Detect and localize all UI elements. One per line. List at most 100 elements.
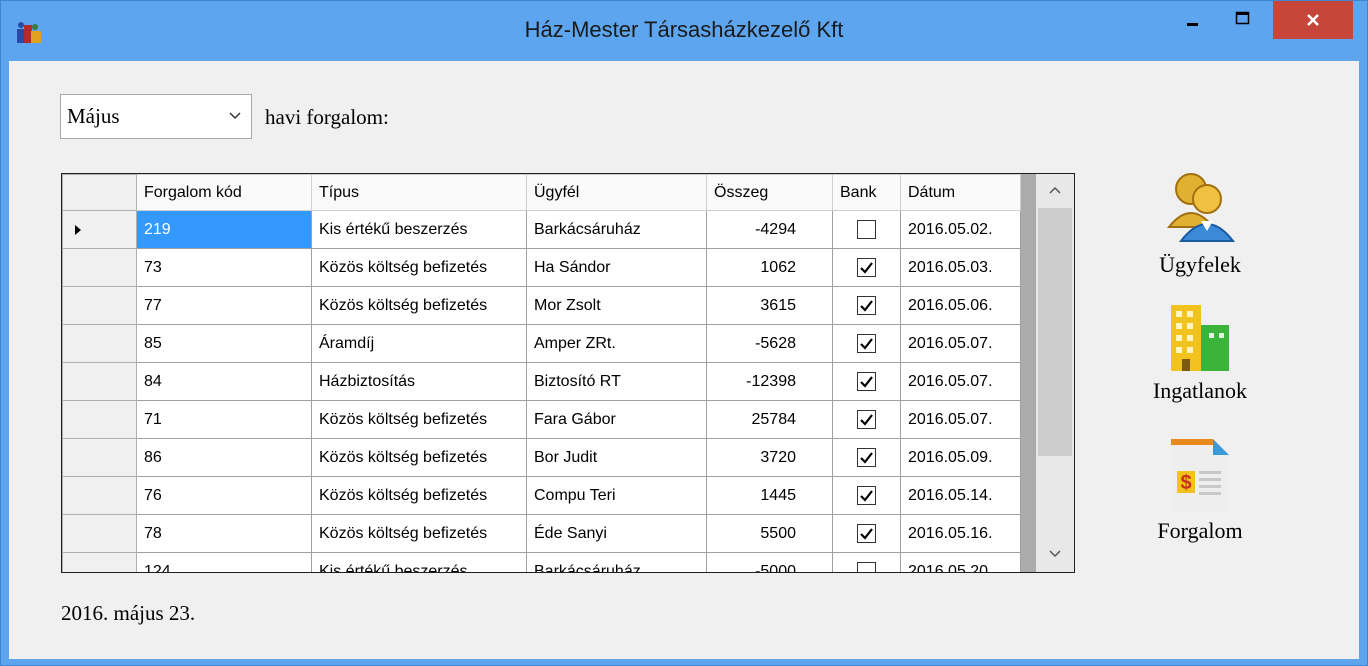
row-header[interactable] bbox=[62, 400, 137, 439]
table-row[interactable]: 71 Közös költség befizetés Fara Gábor 25784… bbox=[62, 400, 1021, 439]
row-header[interactable] bbox=[62, 286, 137, 325]
cell-tipus[interactable]: Házbiztosítás bbox=[311, 362, 527, 401]
bank-checkbox[interactable] bbox=[857, 296, 876, 315]
cell-kod[interactable]: 219 bbox=[136, 210, 312, 249]
cell-datum[interactable]: 2016.05.03. bbox=[900, 248, 1021, 287]
cell-kod[interactable]: 71 bbox=[136, 400, 312, 439]
cell-kod[interactable]: 84 bbox=[136, 362, 312, 401]
row-header[interactable] bbox=[62, 514, 137, 553]
row-header[interactable] bbox=[62, 248, 137, 287]
cell-osszeg[interactable]: 1445 bbox=[706, 476, 833, 515]
table-row[interactable]: 124 Kis értékű beszerzés Barkácsáruház -500… bbox=[62, 552, 1021, 572]
close-button[interactable] bbox=[1273, 1, 1353, 39]
cell-bank[interactable] bbox=[832, 324, 901, 363]
cell-kod[interactable]: 76 bbox=[136, 476, 312, 515]
cell-tipus[interactable]: Közös költség befizetés bbox=[311, 476, 527, 515]
cell-kod[interactable]: 86 bbox=[136, 438, 312, 477]
cell-osszeg[interactable]: -12398 bbox=[706, 362, 833, 401]
cell-tipus[interactable]: Közös költség befizetés bbox=[311, 400, 527, 439]
cell-tipus[interactable]: Közös költség befizetés bbox=[311, 286, 527, 325]
cell-datum[interactable]: 2016.05.09. bbox=[900, 438, 1021, 477]
bank-checkbox[interactable] bbox=[857, 258, 876, 277]
cell-kod[interactable]: 124 bbox=[136, 552, 312, 572]
transactions-nav-button[interactable]: $ Forgalom bbox=[1115, 431, 1285, 544]
cell-datum[interactable]: 2016.05.02. bbox=[900, 210, 1021, 249]
cell-kod[interactable]: 73 bbox=[136, 248, 312, 287]
cell-tipus[interactable]: Közös költség befizetés bbox=[311, 438, 527, 477]
cell-ugyfel[interactable]: Éde Sanyi bbox=[526, 514, 707, 553]
cell-bank[interactable] bbox=[832, 514, 901, 553]
scroll-up-icon[interactable] bbox=[1046, 182, 1064, 200]
cell-datum[interactable]: 2016.05.14. bbox=[900, 476, 1021, 515]
cell-tipus[interactable]: Kis értékű beszerzés bbox=[311, 552, 527, 572]
cell-osszeg[interactable]: 5500 bbox=[706, 514, 833, 553]
table-row[interactable]: 86 Közös költség befizetés Bor Judit 3720 20… bbox=[62, 438, 1021, 477]
row-header[interactable] bbox=[62, 362, 137, 401]
cell-datum[interactable]: 2016.05.07. bbox=[900, 400, 1021, 439]
column-header-osszeg[interactable]: Összeg bbox=[706, 174, 833, 211]
cell-ugyfel[interactable]: Fara Gábor bbox=[526, 400, 707, 439]
transactions-grid[interactable]: Forgalom kód Típus Ügyfél Összeg Bank Dá… bbox=[61, 173, 1075, 573]
table-row[interactable]: 219 Kis értékű beszerzés Barkácsáruház -429… bbox=[62, 210, 1021, 249]
cell-ugyfel[interactable]: Amper ZRt. bbox=[526, 324, 707, 363]
cell-tipus[interactable]: Kis értékű beszerzés bbox=[311, 210, 527, 249]
cell-kod[interactable]: 85 bbox=[136, 324, 312, 363]
cell-tipus[interactable]: Közös költség befizetés bbox=[311, 248, 527, 287]
cell-tipus[interactable]: Közös költség befizetés bbox=[311, 514, 527, 553]
title-bar[interactable]: Ház-Mester Társasházkezelő Kft bbox=[1, 1, 1367, 61]
bank-checkbox[interactable] bbox=[857, 448, 876, 467]
bank-checkbox[interactable] bbox=[857, 410, 876, 429]
row-header[interactable] bbox=[62, 552, 137, 572]
cell-osszeg[interactable]: -5628 bbox=[706, 324, 833, 363]
cell-osszeg[interactable]: 1062 bbox=[706, 248, 833, 287]
cell-osszeg[interactable]: 25784 bbox=[706, 400, 833, 439]
bank-checkbox[interactable] bbox=[857, 562, 876, 572]
row-header[interactable] bbox=[62, 438, 137, 477]
cell-ugyfel[interactable]: Ha Sándor bbox=[526, 248, 707, 287]
cell-kod[interactable]: 78 bbox=[136, 514, 312, 553]
bank-checkbox[interactable] bbox=[857, 486, 876, 505]
table-row[interactable]: 73 Közös költség befizetés Ha Sándor 1062 20… bbox=[62, 248, 1021, 287]
cell-bank[interactable] bbox=[832, 248, 901, 287]
cell-bank[interactable] bbox=[832, 476, 901, 515]
cell-bank[interactable] bbox=[832, 552, 901, 572]
cell-bank[interactable] bbox=[832, 438, 901, 477]
cell-bank[interactable] bbox=[832, 362, 901, 401]
cell-ugyfel[interactable]: Barkácsáruház bbox=[526, 210, 707, 249]
vertical-scrollbar[interactable] bbox=[1036, 174, 1074, 572]
column-header-bank[interactable]: Bank bbox=[832, 174, 901, 211]
bank-checkbox[interactable] bbox=[857, 220, 876, 239]
properties-nav-button[interactable]: Ingatlanok bbox=[1115, 303, 1285, 404]
cell-bank[interactable] bbox=[832, 286, 901, 325]
cell-datum[interactable]: 2016.05.07. bbox=[900, 324, 1021, 363]
column-header-tipus[interactable]: Típus bbox=[311, 174, 527, 211]
scroll-down-icon[interactable] bbox=[1046, 544, 1064, 562]
bank-checkbox[interactable] bbox=[857, 372, 876, 391]
cell-tipus[interactable]: Áramdíj bbox=[311, 324, 527, 363]
minimize-button[interactable] bbox=[1171, 1, 1215, 39]
cell-ugyfel[interactable]: Mor Zsolt bbox=[526, 286, 707, 325]
column-header-ugyfel[interactable]: Ügyfél bbox=[526, 174, 707, 211]
bank-checkbox[interactable] bbox=[857, 524, 876, 543]
table-row[interactable]: 85 Áramdíj Amper ZRt. -5628 2016.05.07. bbox=[62, 324, 1021, 363]
table-row[interactable]: 77 Közös költség befizetés Mor Zsolt 3615 20… bbox=[62, 286, 1021, 325]
row-header[interactable] bbox=[62, 210, 137, 249]
cell-bank[interactable] bbox=[832, 400, 901, 439]
cell-ugyfel[interactable]: Biztosító RT bbox=[526, 362, 707, 401]
cell-datum[interactable]: 2016.05.07. bbox=[900, 362, 1021, 401]
clients-nav-button[interactable]: Ügyfelek bbox=[1115, 169, 1285, 278]
month-select[interactable]: Május bbox=[60, 94, 252, 139]
table-row[interactable]: 78 Közös költség befizetés Éde Sanyi 5500 20… bbox=[62, 514, 1021, 553]
cell-bank[interactable] bbox=[832, 210, 901, 249]
cell-osszeg[interactable]: 3720 bbox=[706, 438, 833, 477]
cell-osszeg[interactable]: 3615 bbox=[706, 286, 833, 325]
row-header[interactable] bbox=[62, 476, 137, 515]
scrollbar-thumb[interactable] bbox=[1038, 208, 1072, 456]
bank-checkbox[interactable] bbox=[857, 334, 876, 353]
cell-datum[interactable]: 2016.05.06. bbox=[900, 286, 1021, 325]
column-header-kod[interactable]: Forgalom kód bbox=[136, 174, 312, 211]
row-header[interactable] bbox=[62, 324, 137, 363]
cell-datum[interactable]: 2016.05.20. bbox=[900, 552, 1021, 572]
column-header-datum[interactable]: Dátum bbox=[900, 174, 1021, 211]
cell-osszeg[interactable]: -5000 bbox=[706, 552, 833, 572]
